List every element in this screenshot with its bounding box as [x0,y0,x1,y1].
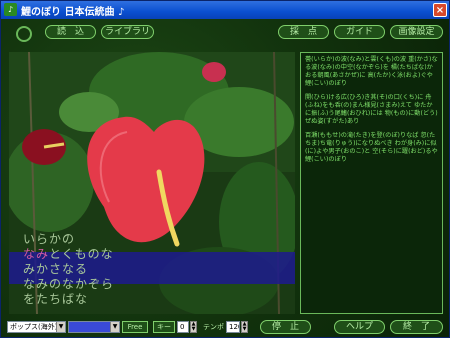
app-window: ♪ 鯉のぼり 日本伝統曲 ♪ × 読 込 ライブラリ 採 点 ガイド 画像設定 [0,0,450,338]
chevron-down-icon[interactable]: ▼ [56,322,65,332]
bottom-controls: ポップス(海外) ▼ ▼ Free キー 0 ▲▼ テンポ 120 ▲▼ 停 止… [1,316,449,337]
guide-button[interactable]: ガイド [334,25,385,39]
help-button[interactable]: ヘルプ [334,320,385,334]
overlay-unsung-text: とくものな [49,247,114,261]
close-button[interactable]: × [433,3,447,17]
score-button[interactable]: 採 点 [278,25,329,39]
key-value-field[interactable]: 0 [177,321,189,333]
mode-select-value: ポップス(海外) [10,323,58,331]
status-ring-icon [16,26,32,42]
exit-button[interactable]: 終 了 [390,320,443,334]
color-select[interactable]: ▼ [68,321,120,333]
overlay-sung-text: なみ [23,247,50,261]
lyrics-panel[interactable]: 甍(いらか)の波(なみ)と雲(くも)の波 重(かさ)なる波(なみ)の中空(なかぞ… [300,52,443,314]
library-button[interactable]: ライブラリ [101,25,154,39]
overlay-line-5: をたちばな [23,292,89,306]
mode-select[interactable]: ポップス(海外) ▼ [7,321,66,333]
karaoke-overlay: いらかの なみとくものな みかさなる なみのなかぞら をたちばな [9,230,295,314]
read-button[interactable]: 読 込 [45,25,96,39]
lyrics-paragraph: 開(ひら)ける広(ひろ)き其(そ)の口(くち)に 舟(ふね)をも呑(の)まん様見… [305,94,438,125]
free-button[interactable]: Free [122,321,148,333]
lyrics-paragraph: 甍(いらか)の波(なみ)と雲(くも)の波 重(かさ)なる波(なみ)の中空(なかぞ… [305,56,438,87]
app-icon: ♪ [4,3,17,16]
image-settings-button[interactable]: 画像設定 [390,25,443,39]
tempo-value-field[interactable]: 120 [226,321,240,333]
lyrics-paragraph: 百瀬(ももせ)の滝(たき)を登(のぼ)りなば 忽(たちま)ち竜(りゅう)になりぬ… [305,132,438,163]
background-photo: いらかの なみとくものな みかさなる なみのなかぞら をたちばな [9,52,295,314]
key-label: キー [153,321,175,333]
stop-button[interactable]: 停 止 [260,320,311,334]
tempo-label: テンポ [203,323,224,331]
key-stepper[interactable]: ▲ ▼ [190,321,197,333]
chevron-down-icon[interactable]: ▼ [110,322,119,332]
tempo-stepper[interactable]: ▲ ▼ [241,321,248,333]
title-bar[interactable]: ♪ 鯉のぼり 日本伝統曲 ♪ × [1,1,449,19]
main-panel: 読 込 ライブラリ 採 点 ガイド 画像設定 いらかの なみとくものな みかさな… [1,19,449,337]
window-title: 鯉のぼり 日本伝統曲 ♪ [21,7,125,18]
